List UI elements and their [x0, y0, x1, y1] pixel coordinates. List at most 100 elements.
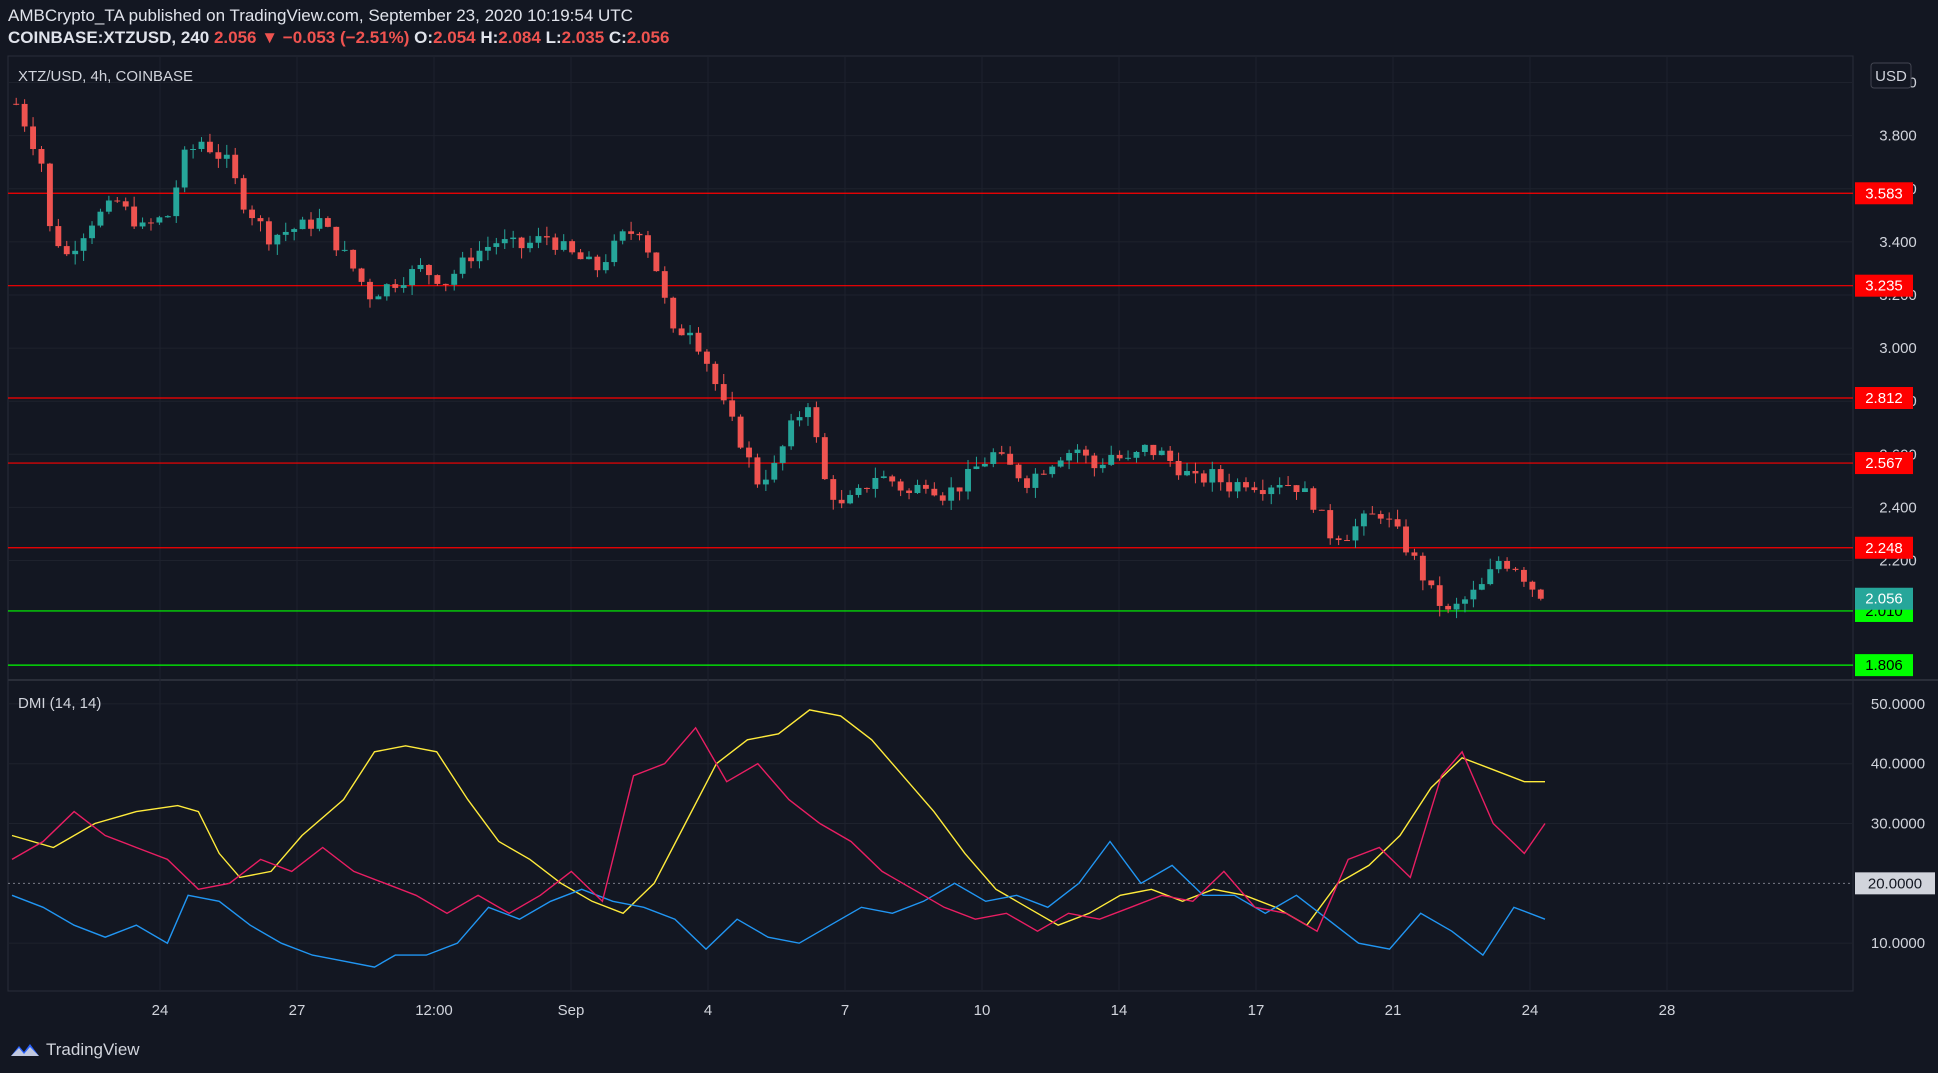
candle-body [282, 231, 289, 235]
candle-body [1243, 482, 1249, 488]
candle-body [729, 400, 736, 417]
candle-body [55, 226, 62, 247]
candle-body [1167, 450, 1174, 461]
candle-body [1226, 482, 1233, 492]
candle-body [156, 217, 163, 223]
candle-body [206, 141, 213, 153]
candle-body [468, 257, 475, 262]
candle-body [737, 416, 744, 448]
candle-body [1276, 484, 1283, 488]
time-tick-label: Sep [558, 1002, 585, 1019]
candle-body [1175, 460, 1182, 476]
candle-body [257, 218, 264, 222]
candle-body [190, 149, 197, 151]
candle-body [897, 481, 904, 491]
candle-body [1377, 514, 1384, 519]
candle-body [392, 284, 399, 288]
footer[interactable]: TradingView [10, 1040, 140, 1060]
candle-body [324, 218, 331, 227]
candle-body [577, 252, 584, 260]
candles [13, 97, 1544, 619]
time-axis[interactable]: 24 27 12:00 Sep 4 7 10 14 17 21 24 28 [152, 1002, 1676, 1019]
candle-body [1386, 518, 1393, 520]
candle-body [425, 264, 432, 276]
price-axis[interactable]: 4.0003.8003.6003.4003.2003.0002.8002.600… [1855, 75, 1935, 953]
candle-body [720, 384, 727, 401]
candle-body [636, 233, 643, 236]
time-tick-label: 7 [841, 1002, 849, 1019]
chart-canvas[interactable]: 4.0003.8003.6003.4003.2003.0002.8002.600… [0, 0, 1938, 1073]
candle-body [1066, 453, 1073, 461]
candle-body [998, 452, 1005, 454]
price-tick-label: 2.400 [1879, 499, 1917, 516]
candle-body [1529, 581, 1536, 590]
candle-body [1184, 471, 1190, 476]
candle-body [754, 457, 761, 485]
currency-button[interactable]: USD [1870, 62, 1912, 89]
candle-body [906, 490, 913, 494]
candle-body [965, 468, 971, 492]
candle-body [122, 201, 129, 207]
candle-body [1318, 509, 1325, 511]
candle-body [948, 487, 955, 501]
candle-body [586, 256, 592, 260]
candle-body [1487, 569, 1494, 585]
candle-body [1015, 464, 1022, 479]
candle-body [931, 488, 938, 496]
adx-series-line [11, 709, 1545, 927]
candle-body [1428, 580, 1435, 586]
candle-body [341, 249, 348, 251]
currency-label: USD [1875, 68, 1907, 85]
dmi-tick-label: 50.0000 [1871, 696, 1925, 713]
indicator-title: DMI (14, 14) [18, 695, 101, 712]
candle-body [1049, 466, 1056, 475]
candle-body [863, 487, 870, 489]
candle-body [46, 163, 53, 227]
candle-body [1453, 603, 1460, 610]
candle-body [771, 462, 778, 480]
candle-body [981, 463, 988, 467]
candle-body [400, 285, 407, 288]
candle-body [1040, 473, 1047, 475]
candle-body [1192, 471, 1199, 474]
candle-body [805, 407, 811, 418]
candle-body [501, 239, 508, 244]
candle-body [1158, 450, 1165, 456]
candle-body [299, 219, 306, 230]
candle-body [1462, 599, 1468, 604]
candle-body [383, 284, 390, 297]
footer-brand: TradingView [46, 1040, 140, 1059]
grid [8, 56, 1853, 991]
candle-body [1024, 478, 1030, 488]
time-tick-label: 14 [1111, 1002, 1128, 1019]
price-tick-label: 3.800 [1879, 128, 1917, 145]
candle-body [1057, 460, 1064, 467]
candle-body [712, 363, 719, 385]
candle-body [687, 332, 694, 336]
candle-body [1209, 469, 1216, 483]
candle-body [97, 211, 104, 226]
time-tick-label: 21 [1385, 1002, 1402, 1019]
candle-body [762, 479, 769, 485]
candle-body [139, 222, 146, 227]
candle-body [316, 218, 323, 229]
candle-body [1335, 538, 1342, 541]
candle-body [451, 273, 458, 285]
candle-body [973, 466, 980, 469]
candle-body [333, 226, 340, 251]
candle-body [535, 236, 542, 243]
candle-body [1369, 513, 1376, 515]
chart-frame [7, 55, 1854, 992]
candle-body [249, 209, 256, 219]
candle-body [510, 237, 517, 240]
price-tick-label: 3.400 [1879, 234, 1917, 251]
candle-body [1352, 526, 1359, 541]
candle-body [1512, 568, 1519, 570]
candle-body [1099, 464, 1106, 469]
minus_di-series-line [11, 726, 1546, 933]
candle-body [1327, 510, 1334, 539]
candle-body [181, 149, 188, 188]
candle-body [476, 250, 483, 262]
candle-body [89, 225, 95, 239]
candle-body [232, 154, 239, 179]
